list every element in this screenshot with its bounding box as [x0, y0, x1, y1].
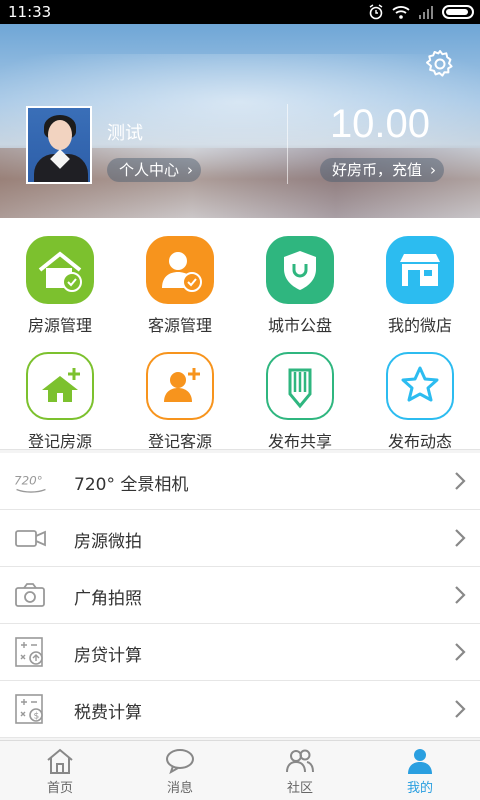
tax-calculator-icon: $ [15, 694, 43, 724]
tab-label: 我的 [406, 781, 433, 796]
alarm-icon [369, 4, 383, 20]
wifi-icon [392, 6, 410, 19]
personal-center-link[interactable]: 个人中心 › [107, 158, 202, 182]
grid-label: 客源管理 [147, 316, 212, 335]
tool-list: 720° 720° 全景相机 房源微拍 广角拍照 房贷计算 $ 税费计算 [0, 453, 480, 738]
grid-item-publish-share[interactable]: 发布共享 [240, 352, 360, 452]
profile-header: 测试 个人中心 › 10.00 好房币，充值 › [0, 24, 480, 218]
function-grid: 房源管理 客源管理 城市公盘 我的微店 登记房源 登记客源 发布共享 发布动态 [0, 218, 480, 452]
pencil-icon [266, 352, 334, 420]
list-item-video-shoot[interactable]: 房源微拍 [0, 510, 480, 567]
status-icons [368, 4, 474, 20]
status-bar: 11:33 [0, 0, 480, 24]
battery-icon [442, 5, 474, 19]
person-check-icon [146, 236, 214, 304]
grid-item-city-pool[interactable]: 城市公盘 [240, 236, 360, 336]
tab-label: 社区 [286, 781, 313, 796]
grid-item-publish-update[interactable]: 发布动态 [360, 352, 480, 452]
list-label: 广角拍照 [74, 589, 142, 609]
grid-item-client-management[interactable]: 客源管理 [120, 236, 240, 336]
grid-item-my-shop[interactable]: 我的微店 [360, 236, 480, 336]
grid-label: 登记客源 [147, 432, 212, 451]
list-item-wide-angle-photo[interactable]: 广角拍照 [0, 567, 480, 624]
house-check-icon [26, 236, 94, 304]
grid-item-listing-management[interactable]: 房源管理 [0, 236, 120, 336]
recharge-link[interactable]: 好房币，充值 › [320, 158, 445, 182]
user-name: 测试 [107, 123, 143, 144]
avatar[interactable] [26, 106, 92, 184]
chevron-right-icon [455, 643, 466, 661]
grid-label: 登记房源 [27, 432, 92, 451]
panorama-icon: 720° [14, 473, 46, 493]
tab-community[interactable]: 社区 [240, 741, 360, 800]
list-label: 720° 全景相机 [74, 475, 189, 495]
chevron-right-icon [455, 529, 466, 547]
chat-icon [166, 749, 194, 775]
list-item-tax-calculator[interactable]: $ 税费计算 [0, 681, 480, 738]
coin-balance: 10.00 [329, 102, 431, 146]
bottom-tab-bar: 首页 消息 社区 我的 [0, 740, 480, 800]
chevron-right-icon [455, 586, 466, 604]
grid-label: 房源管理 [27, 316, 92, 335]
tab-messages[interactable]: 消息 [120, 741, 240, 800]
signal-icon [419, 6, 433, 19]
shop-icon [386, 236, 454, 304]
home-icon [47, 748, 73, 774]
header-divider [287, 104, 288, 184]
tab-mine[interactable]: 我的 [360, 741, 480, 800]
chevron-right-icon: › [187, 161, 194, 179]
grid-label: 发布动态 [387, 432, 452, 451]
grid-label: 城市公盘 [267, 316, 332, 335]
person-plus-icon [146, 352, 214, 420]
svg-text:$: $ [34, 712, 40, 722]
community-icon [286, 749, 314, 773]
user-icon [408, 749, 432, 774]
list-label: 房源微拍 [74, 532, 142, 552]
star-icon [386, 352, 454, 420]
recharge-label: 好房币，充值 [332, 161, 423, 179]
tab-label: 首页 [46, 781, 73, 796]
list-label: 房贷计算 [74, 646, 142, 666]
settings-gear-icon[interactable] [424, 48, 456, 80]
chevron-right-icon [455, 472, 466, 490]
grid-label: 我的微店 [387, 316, 452, 335]
video-camera-icon [15, 530, 46, 547]
camera-icon [15, 583, 45, 607]
list-label: 税费计算 [74, 703, 142, 723]
tab-label: 消息 [166, 781, 193, 796]
chevron-right-icon [455, 700, 466, 718]
grid-item-register-client[interactable]: 登记客源 [120, 352, 240, 452]
grid-item-register-listing[interactable]: 登记房源 [0, 352, 120, 452]
calculator-icon [15, 637, 43, 667]
shield-icon [266, 236, 334, 304]
list-item-mortgage-calculator[interactable]: 房贷计算 [0, 624, 480, 681]
house-plus-icon [26, 352, 94, 420]
personal-center-label: 个人中心 [119, 161, 180, 179]
status-time: 11:33 [8, 3, 52, 21]
grid-label: 发布共享 [267, 432, 332, 451]
tab-home[interactable]: 首页 [0, 741, 120, 800]
list-item-panorama-camera[interactable]: 720° 720° 全景相机 [0, 453, 480, 510]
chevron-right-icon: › [430, 161, 437, 179]
svg-text:720°: 720° [14, 473, 43, 487]
